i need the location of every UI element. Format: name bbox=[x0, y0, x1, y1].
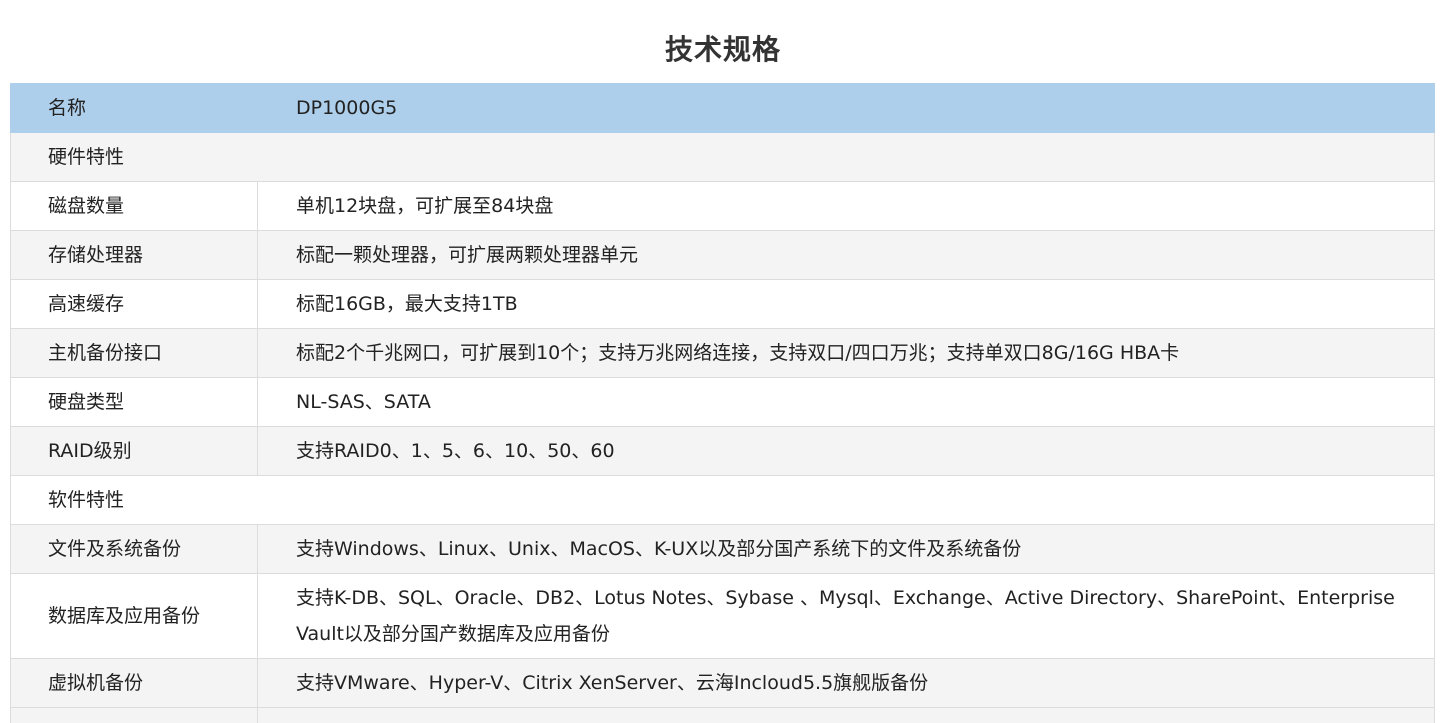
section-label-hardware: 硬件特性 bbox=[10, 132, 1435, 182]
table-row: 文件及系统备份 支持Windows、Linux、Unix、MacOS、K-UX以… bbox=[10, 524, 1435, 574]
spec-page: 技术规格 名称 DP1000G5 硬件特性 磁盘数量 单机12块盘，可扩展至84… bbox=[0, 0, 1446, 723]
section-label-software: 软件特性 bbox=[10, 475, 1435, 525]
section-row-software: 软件特性 bbox=[10, 475, 1435, 525]
row-value-empty bbox=[257, 707, 1435, 723]
table-row: 高速缓存 标配16GB，最大支持1TB bbox=[10, 279, 1435, 329]
table-header-row: 名称 DP1000G5 bbox=[10, 83, 1435, 133]
table-row: RAID级别 支持RAID0、1、5、6、10、50、60 bbox=[10, 426, 1435, 476]
row-key: 数据库及应用备份 bbox=[10, 573, 258, 659]
row-value: NL-SAS、SATA bbox=[257, 377, 1435, 427]
header-value-cell: DP1000G5 bbox=[257, 83, 1435, 133]
row-key: 存储处理器 bbox=[10, 230, 258, 280]
row-value: 支持VMware、Hyper-V、Citrix XenServer、云海Incl… bbox=[257, 658, 1435, 708]
table-row: 主机备份接口 标配2个千兆网口，可扩展到10个；支持万兆网络连接，支持双口/四口… bbox=[10, 328, 1435, 378]
row-value: 单机12块盘，可扩展至84块盘 bbox=[257, 181, 1435, 231]
table-row-partial bbox=[10, 707, 1435, 723]
row-key-empty bbox=[10, 707, 258, 723]
row-key: 主机备份接口 bbox=[10, 328, 258, 378]
row-value: 标配2个千兆网口，可扩展到10个；支持万兆网络连接，支持双口/四口万兆；支持单双… bbox=[257, 328, 1435, 378]
table-row: 虚拟机备份 支持VMware、Hyper-V、Citrix XenServer、… bbox=[10, 658, 1435, 708]
header-key-cell: 名称 bbox=[10, 83, 258, 133]
row-key: RAID级别 bbox=[10, 426, 258, 476]
row-key: 虚拟机备份 bbox=[10, 658, 258, 708]
row-key: 硬盘类型 bbox=[10, 377, 258, 427]
row-key: 磁盘数量 bbox=[10, 181, 258, 231]
spec-table: 名称 DP1000G5 硬件特性 磁盘数量 单机12块盘，可扩展至84块盘 存储… bbox=[10, 83, 1435, 723]
row-value: 标配一颗处理器，可扩展两颗处理器单元 bbox=[257, 230, 1435, 280]
row-value: 支持RAID0、1、5、6、10、50、60 bbox=[257, 426, 1435, 476]
row-value: 支持Windows、Linux、Unix、MacOS、K-UX以及部分国产系统下… bbox=[257, 524, 1435, 574]
table-row: 数据库及应用备份 支持K-DB、SQL、Oracle、DB2、Lotus Not… bbox=[10, 573, 1435, 659]
table-row: 磁盘数量 单机12块盘，可扩展至84块盘 bbox=[10, 181, 1435, 231]
table-row: 存储处理器 标配一颗处理器，可扩展两颗处理器单元 bbox=[10, 230, 1435, 280]
page-title: 技术规格 bbox=[664, 33, 781, 66]
row-value: 标配16GB，最大支持1TB bbox=[257, 279, 1435, 329]
table-row: 硬盘类型 NL-SAS、SATA bbox=[10, 377, 1435, 427]
row-value: 支持K-DB、SQL、Oracle、DB2、Lotus Notes、Sybase… bbox=[257, 573, 1435, 659]
section-row-hardware: 硬件特性 bbox=[10, 132, 1435, 182]
row-key: 高速缓存 bbox=[10, 279, 258, 329]
row-key: 文件及系统备份 bbox=[10, 524, 258, 574]
